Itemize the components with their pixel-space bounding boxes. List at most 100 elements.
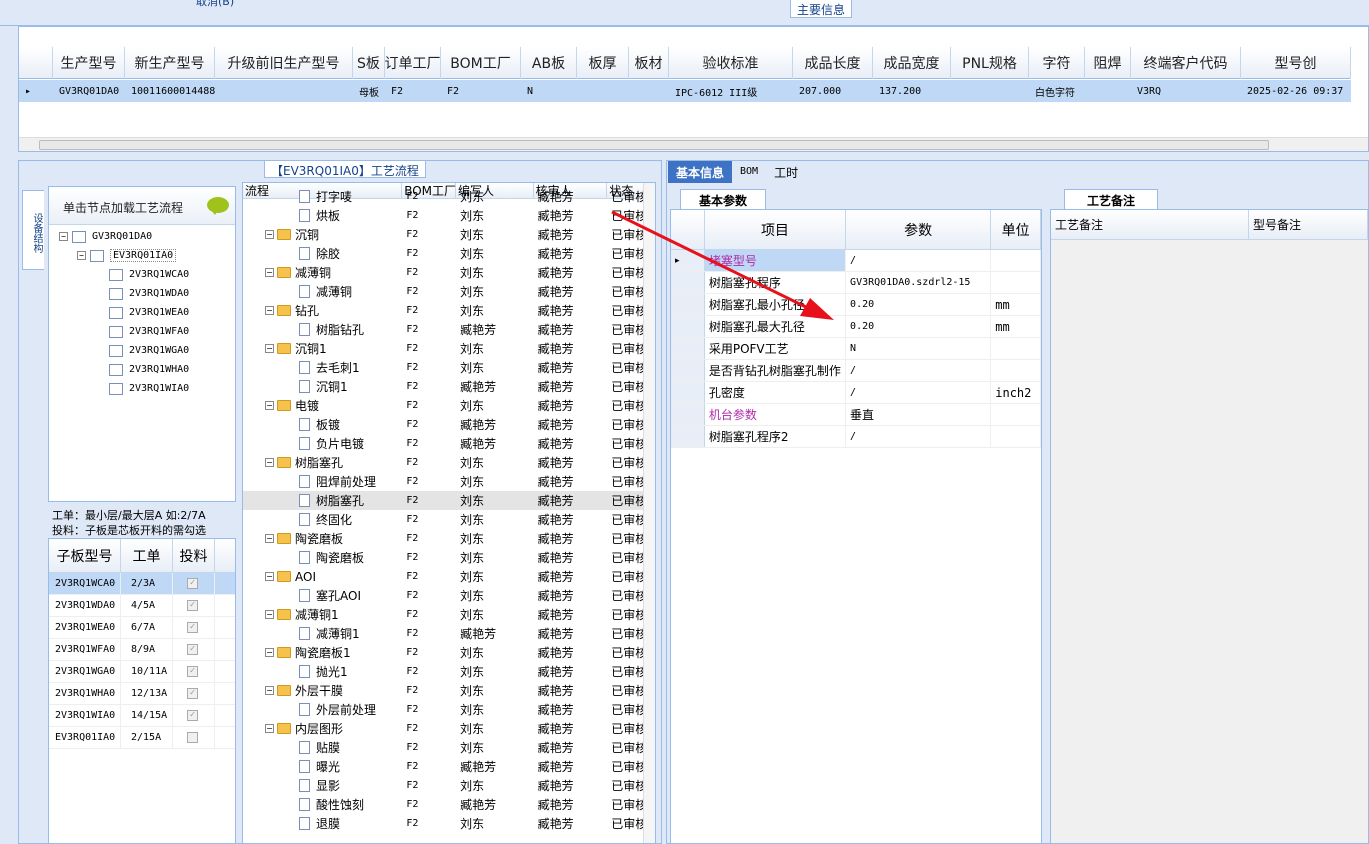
process-row[interactable]: 减薄铜 F2 刘东 臧艳芳 已审核 xyxy=(243,282,655,301)
tree-collapse-icon[interactable]: − xyxy=(265,610,274,619)
process-row[interactable]: 阻焊前处理 F2 刘东 臧艳芳 已审核 xyxy=(243,472,655,491)
feed-checkbox[interactable]: ✓ xyxy=(187,666,198,677)
process-row[interactable]: 显影 F2 刘东 臧艳芳 已审核 xyxy=(243,776,655,795)
process-row[interactable]: − 沉铜1 F2 刘东 臧艳芳 已审核 xyxy=(243,339,655,358)
main-info-col-header[interactable]: 阻焊 xyxy=(1085,47,1131,79)
sub-grid-col-header[interactable]: 子板型号 xyxy=(49,539,121,572)
feed-checkbox[interactable]: ✓ xyxy=(187,622,198,633)
process-row[interactable]: 抛光1 F2 刘东 臧艳芳 已审核 xyxy=(243,662,655,681)
tree-node-leaf[interactable]: 2V3RQ1WHA0 xyxy=(57,360,189,379)
sub-grid-row[interactable]: EV3RQ01IA0 2/15A xyxy=(49,727,235,749)
feed-checkbox[interactable]: ✓ xyxy=(187,600,198,611)
tree-node-leaf[interactable]: 2V3RQ1WDA0 xyxy=(57,284,189,303)
params-col-header[interactable]: 单位 xyxy=(991,210,1042,249)
sub-grid-row[interactable]: 2V3RQ1WDA0 4/5A ✓ xyxy=(49,595,235,617)
tab-detail[interactable]: 基本信息 xyxy=(668,161,733,183)
process-row[interactable]: − 外层干膜 F2 刘东 臧艳芳 已审核 xyxy=(243,681,655,700)
sub-grid-row[interactable]: 2V3RQ1WGA0 10/11A ✓ xyxy=(49,661,235,683)
param-value[interactable]: 0.20 xyxy=(846,294,992,315)
params-row[interactable]: 树脂塞孔程序 GV3RQ01DA0.szdrl2-15 xyxy=(671,272,1041,294)
main-info-col-header[interactable]: S板 xyxy=(353,47,385,79)
param-value[interactable]: / xyxy=(846,360,992,381)
process-row[interactable]: 沉铜1 F2 臧艳芳 臧艳芳 已审核 xyxy=(243,377,655,396)
param-value[interactable]: GV3RQ01DA0.szdrl2-15 xyxy=(846,272,992,293)
tree-node-leaf[interactable]: 2V3RQ1WCA0 xyxy=(57,265,189,284)
process-row[interactable]: − 钻孔 F2 刘东 臧艳芳 已审核 xyxy=(243,301,655,320)
main-info-col-header[interactable]: 板厚 xyxy=(577,47,629,79)
horizontal-scrollbar[interactable] xyxy=(19,137,1368,151)
main-info-col-header[interactable]: 订单工厂 xyxy=(385,47,441,79)
tree-collapse-icon[interactable]: − xyxy=(265,230,274,239)
params-row[interactable]: 机台参数 垂直 xyxy=(671,404,1041,426)
sub-grid-row[interactable]: 2V3RQ1WFA0 8/9A ✓ xyxy=(49,639,235,661)
tree-collapse-icon[interactable]: − xyxy=(265,306,274,315)
params-row[interactable]: ▸ 堵塞型号 / xyxy=(671,250,1041,272)
tree-node-leaf[interactable]: 2V3RQ1WEA0 xyxy=(57,303,189,322)
param-value[interactable]: / xyxy=(846,426,992,447)
params-row[interactable]: 树脂塞孔最小孔径 0.20 mm xyxy=(671,294,1041,316)
tree-collapse-icon[interactable]: − xyxy=(265,724,274,733)
cancel-button[interactable]: 取消(B) xyxy=(196,0,234,9)
main-info-col-header[interactable]: PNL规格 xyxy=(951,47,1029,79)
process-row[interactable]: 负片电镀 F2 臧艳芳 臧艳芳 已审核 xyxy=(243,434,655,453)
process-row[interactable]: 陶瓷磨板 F2 刘东 臧艳芳 已审核 xyxy=(243,548,655,567)
main-info-col-header[interactable]: 字符 xyxy=(1029,47,1085,79)
sub-grid-col-header[interactable]: 工单 xyxy=(121,539,173,572)
main-info-col-header[interactable]: 成品宽度 xyxy=(873,47,951,79)
process-row[interactable]: 板镀 F2 臧艳芳 臧艳芳 已审核 xyxy=(243,415,655,434)
process-row[interactable]: − 树脂塞孔 F2 刘东 臧艳芳 已审核 xyxy=(243,453,655,472)
main-info-data-row[interactable]: ▸ GV3RQ01DA0 10011600014488 母板 F2 F2 N IPC-6012… xyxy=(19,80,1351,102)
params-row[interactable]: 采用POFV工艺 N xyxy=(671,338,1041,360)
tree-collapse-icon[interactable]: − xyxy=(265,534,274,543)
main-info-col-header[interactable]: 终端客户代码 xyxy=(1131,47,1241,79)
process-row[interactable]: − 沉铜 F2 刘东 臧艳芳 已审核 xyxy=(243,225,655,244)
params-col-header[interactable]: 参数 xyxy=(846,210,992,249)
params-col-header[interactable]: 项目 xyxy=(705,210,847,249)
main-info-col-header[interactable]: 验收标准 xyxy=(669,47,793,79)
tree-node-leaf[interactable]: 2V3RQ1WIA0 xyxy=(57,379,189,398)
sub-grid-col-header[interactable]: 投料 xyxy=(173,539,215,572)
tree-collapse-icon[interactable]: − xyxy=(265,572,274,581)
process-row[interactable]: 终固化 F2 刘东 臧艳芳 已审核 xyxy=(243,510,655,529)
tree-collapse-icon[interactable]: − xyxy=(265,458,274,467)
process-row[interactable]: 烘板 F2 刘东 臧艳芳 已审核 xyxy=(243,206,655,225)
tree-node-leaf[interactable]: 2V3RQ1WGA0 xyxy=(57,341,189,360)
params-row[interactable]: 树脂塞孔最大孔径 0.20 mm xyxy=(671,316,1041,338)
process-row[interactable]: 打字唛 F2 刘东 臧艳芳 已审核 xyxy=(243,187,655,206)
process-grid-vertical-scrollbar[interactable] xyxy=(643,183,655,843)
process-row[interactable]: 树脂塞孔 F2 刘东 臧艳芳 已审核 xyxy=(243,491,655,510)
vertical-tab-structure[interactable]: 设备结构 xyxy=(22,190,44,270)
process-row[interactable]: 树脂钻孔 F2 臧艳芳 臧艳芳 已审核 xyxy=(243,320,655,339)
process-row[interactable]: 塞孔AOI F2 刘东 臧艳芳 已审核 xyxy=(243,586,655,605)
param-value[interactable]: N xyxy=(846,338,992,359)
tree-collapse-icon[interactable]: − xyxy=(265,686,274,695)
param-value[interactable]: / xyxy=(846,250,992,271)
main-info-col-header[interactable]: 板材 xyxy=(629,47,669,79)
params-row[interactable]: 是否背钻孔树脂塞孔制作 / xyxy=(671,360,1041,382)
process-row[interactable]: 除胶 F2 刘东 臧艳芳 已审核 xyxy=(243,244,655,263)
tree-node-child[interactable]: − EV3RQ01IA0 xyxy=(57,246,189,265)
horizontal-splitter[interactable] xyxy=(0,153,1369,160)
tree-expander-icon[interactable]: − xyxy=(59,232,68,241)
feed-checkbox[interactable]: ✓ xyxy=(187,578,198,589)
main-info-col-header[interactable]: BOM工厂 xyxy=(441,47,521,79)
main-info-col-header[interactable]: 成品长度 xyxy=(793,47,873,79)
params-row[interactable]: 树脂塞孔程序2/ xyxy=(671,426,1041,448)
feed-checkbox[interactable]: ✓ xyxy=(187,644,198,655)
horizontal-scrollbar-thumb[interactable] xyxy=(39,140,1269,150)
param-value[interactable]: / xyxy=(846,382,992,403)
sub-grid-row[interactable]: 2V3RQ1WEA0 6/7A ✓ xyxy=(49,617,235,639)
main-info-col-header[interactable]: 生产型号 xyxy=(53,47,125,79)
tree-expander-icon[interactable]: − xyxy=(77,251,86,260)
sub-grid-row[interactable]: 2V3RQ1WCA0 2/3A ✓ xyxy=(49,573,235,595)
tree-collapse-icon[interactable]: − xyxy=(265,401,274,410)
tree-collapse-icon[interactable]: − xyxy=(265,344,274,353)
param-value[interactable]: 0.20 xyxy=(846,316,992,337)
tab-detail[interactable]: 工时 xyxy=(766,161,806,183)
notes-col-header[interactable]: 工艺备注 xyxy=(1051,210,1249,239)
tree-node-root[interactable]: − GV3RQ01DA0 xyxy=(57,227,189,246)
process-row[interactable]: 退膜 F2 刘东 臧艳芳 已审核 xyxy=(243,814,655,833)
tab-detail[interactable]: BOM xyxy=(732,161,766,183)
process-row[interactable]: − 陶瓷磨板1 F2 刘东 臧艳芳 已审核 xyxy=(243,643,655,662)
feed-checkbox[interactable]: ✓ xyxy=(187,710,198,721)
